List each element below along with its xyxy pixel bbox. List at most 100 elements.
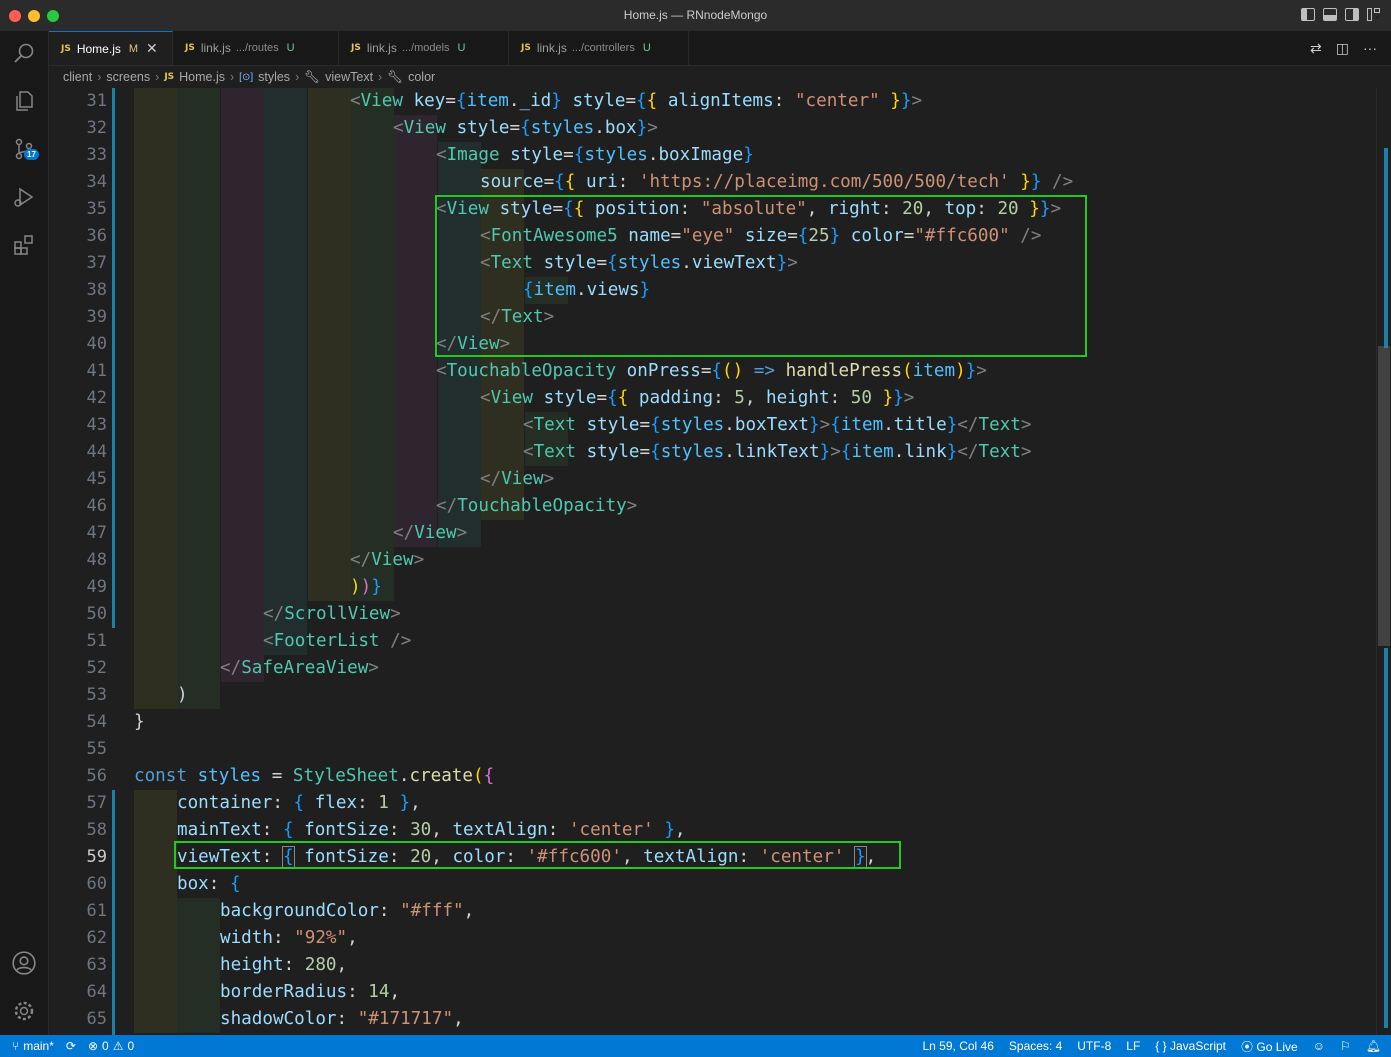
indent-guide bbox=[134, 358, 177, 385]
tab-link-js-models[interactable]: JS link.js .../models U bbox=[339, 31, 509, 65]
indent-guide bbox=[134, 493, 177, 520]
open-changes-icon[interactable]: ⇄ bbox=[1310, 40, 1322, 57]
indent-guide bbox=[307, 466, 351, 493]
encoding[interactable]: UTF-8 bbox=[1077, 1039, 1111, 1053]
breadcrumb-color[interactable]: color bbox=[408, 70, 435, 84]
indent-guide bbox=[351, 466, 394, 493]
line-number: 59 bbox=[86, 847, 107, 867]
source-control-icon[interactable]: 17 bbox=[0, 129, 48, 169]
close-tab-icon[interactable]: ✕ bbox=[146, 40, 158, 57]
files-icon[interactable] bbox=[0, 81, 48, 121]
toggle-panel-icon[interactable] bbox=[1323, 8, 1337, 21]
indent-guide bbox=[220, 547, 264, 574]
customize-layout-icon[interactable] bbox=[1367, 8, 1381, 21]
indent-guide bbox=[437, 439, 481, 466]
tab-label: link.js bbox=[366, 41, 397, 55]
breadcrumb-viewtext[interactable]: viewText bbox=[325, 70, 373, 84]
split-editor-icon[interactable]: ◫ bbox=[1336, 40, 1349, 57]
indent-guide bbox=[177, 628, 221, 655]
indent-guide bbox=[220, 304, 264, 331]
indent-guide bbox=[177, 439, 221, 466]
line-number: 45 bbox=[86, 469, 107, 489]
sync-button[interactable]: ⟳ bbox=[66, 1039, 76, 1053]
copilot-icon[interactable]: ☺ bbox=[1313, 1039, 1325, 1053]
indent-guide bbox=[394, 223, 438, 250]
window-title: Home.js — RNnodeMongo bbox=[623, 8, 768, 22]
indent-guide bbox=[134, 277, 177, 304]
gear-icon[interactable] bbox=[0, 991, 48, 1031]
indent-guide bbox=[177, 196, 221, 223]
indent-guide bbox=[264, 142, 308, 169]
indent-guide bbox=[177, 250, 221, 277]
title-bar: Home.js — RNnodeMongo bbox=[0, 0, 1391, 32]
indent-guide bbox=[177, 385, 221, 412]
indent-guide bbox=[307, 520, 351, 547]
branch-indicator[interactable]: ⑂ main* bbox=[12, 1039, 54, 1053]
chevron-right-icon: › bbox=[155, 70, 160, 84]
indent-guide bbox=[134, 88, 177, 115]
toggle-primary-sidebar-icon[interactable] bbox=[1301, 8, 1315, 21]
scrollbar-thumb[interactable] bbox=[1378, 346, 1390, 646]
code-editor[interactable]: 31 32 33 34 35 36 37 38 39 40 41 42 43 44 45 46 47 48 49 50… bbox=[49, 88, 1391, 1035]
indent-guide bbox=[134, 223, 177, 250]
breadcrumb-file[interactable]: Home.js bbox=[179, 70, 225, 84]
breadcrumb-screens[interactable]: screens bbox=[106, 70, 150, 84]
indent-guide bbox=[177, 574, 221, 601]
chevron-right-icon: › bbox=[230, 70, 235, 84]
cursor-position[interactable]: Ln 59, Col 46 bbox=[923, 1039, 994, 1053]
indent-guide bbox=[437, 412, 481, 439]
indent-guide bbox=[134, 466, 177, 493]
more-actions-icon[interactable]: ··· bbox=[1363, 40, 1377, 57]
breadcrumb-styles[interactable]: styles bbox=[258, 70, 290, 84]
indent-guide bbox=[177, 412, 221, 439]
tab-link-js-controllers[interactable]: JS link.js .../controllers U bbox=[509, 31, 689, 65]
indent-guide bbox=[220, 601, 264, 628]
indent-guide bbox=[351, 142, 394, 169]
language-mode[interactable]: { } JavaScript bbox=[1155, 1039, 1226, 1053]
git-change-indicator bbox=[112, 790, 115, 1035]
vertical-scrollbar[interactable] bbox=[1376, 88, 1391, 1035]
feedback-icon[interactable]: ⚐ bbox=[1340, 1039, 1351, 1053]
extensions-icon[interactable] bbox=[0, 225, 48, 265]
toggle-secondary-sidebar-icon[interactable] bbox=[1345, 8, 1359, 21]
line-number: 63 bbox=[86, 955, 107, 975]
indent-guide bbox=[134, 682, 177, 709]
indent-guide bbox=[220, 385, 264, 412]
indent-guide bbox=[177, 925, 221, 952]
indent-guide bbox=[220, 412, 264, 439]
javascript-file-icon: JS bbox=[61, 43, 71, 54]
notifications-bell-icon[interactable]: 🔔︎ bbox=[1366, 1039, 1381, 1053]
line-ending[interactable]: LF bbox=[1126, 1039, 1140, 1053]
highlight-box-viewtext-style bbox=[174, 841, 901, 869]
git-change-indicator bbox=[112, 88, 115, 628]
indent-guide bbox=[394, 250, 438, 277]
status-bar: ⑂ main* ⟳ ⊗ 0 ⚠ 0 Ln 59, Col 46 Spaces: … bbox=[0, 1035, 1391, 1057]
indent-guide bbox=[264, 304, 308, 331]
indent-guide bbox=[134, 412, 177, 439]
line-number: 31 bbox=[86, 91, 107, 111]
javascript-file-icon: JS bbox=[351, 43, 361, 53]
warning-count: 0 bbox=[127, 1039, 135, 1053]
tab-link-js-routes[interactable]: JS link.js .../routes U bbox=[173, 31, 339, 65]
indent-guide bbox=[134, 547, 177, 574]
tab-home-js[interactable]: JS Home.js M ✕ bbox=[49, 31, 173, 65]
line-number: 57 bbox=[86, 793, 107, 813]
line-number: 65 bbox=[86, 1009, 107, 1029]
breadcrumb-client[interactable]: client bbox=[63, 70, 92, 84]
account-icon[interactable] bbox=[0, 943, 48, 983]
search-icon[interactable] bbox=[0, 33, 48, 73]
run-debug-icon[interactable] bbox=[0, 177, 48, 217]
indent-guide bbox=[177, 169, 221, 196]
indent-guide bbox=[264, 439, 308, 466]
problems-indicator[interactable]: ⊗ 0 ⚠ 0 bbox=[88, 1039, 134, 1053]
tab-path: .../routes bbox=[235, 42, 279, 54]
tab-status: U bbox=[457, 42, 466, 54]
wrench-icon: 🔧︎ bbox=[304, 69, 321, 84]
wrench-icon: 🔧︎ bbox=[387, 69, 404, 84]
indentation[interactable]: Spaces: 4 bbox=[1009, 1039, 1062, 1053]
overview-ruler-mark bbox=[1384, 648, 1388, 1028]
go-live-button[interactable]: ⦿ Go Live bbox=[1241, 1038, 1298, 1055]
indent-guide bbox=[437, 169, 481, 196]
indent-guide bbox=[307, 88, 351, 115]
braces-icon: { } bbox=[1155, 1039, 1167, 1053]
